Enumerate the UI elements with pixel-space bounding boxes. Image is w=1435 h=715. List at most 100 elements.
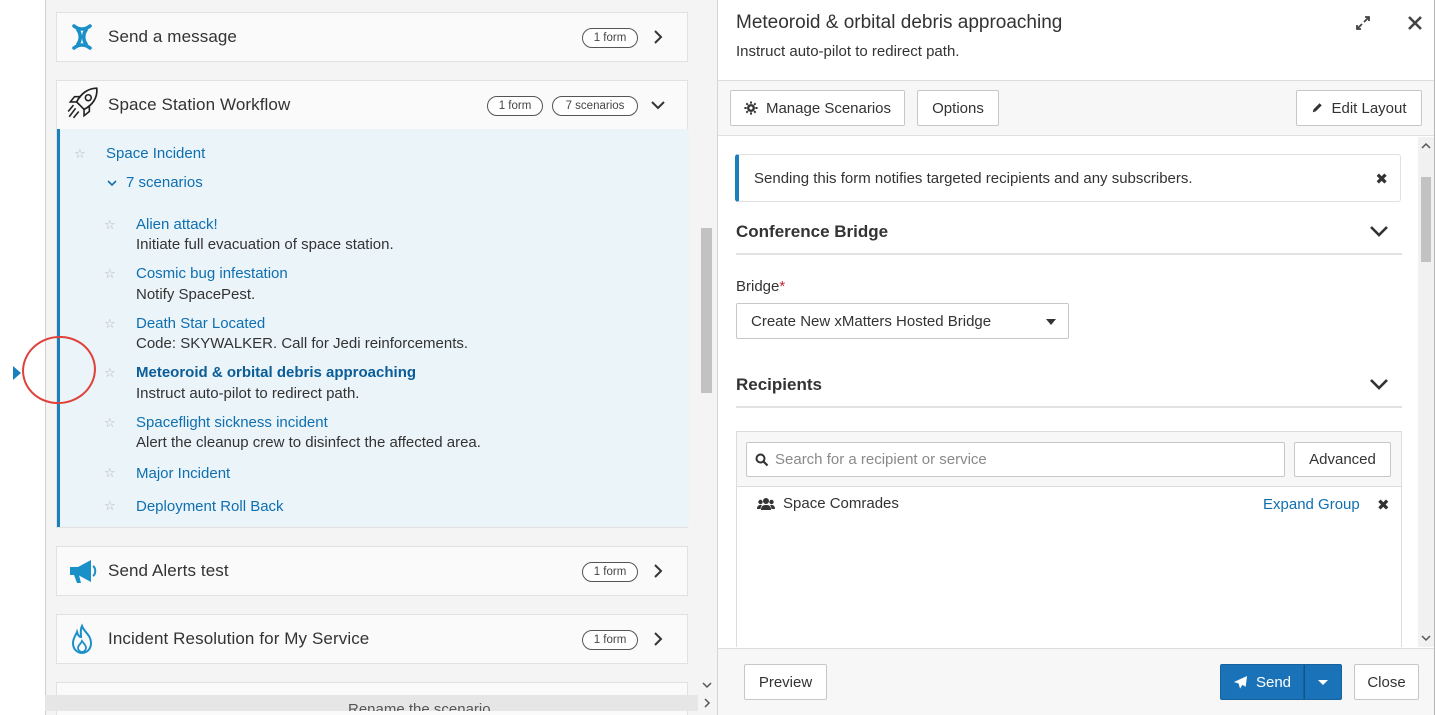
- workflow-header[interactable]: Incident Resolution for My Service 1 for…: [57, 615, 687, 663]
- expand-group-link[interactable]: Expand Group: [1263, 496, 1360, 513]
- section-divider: [736, 253, 1402, 255]
- recipient-search-input[interactable]: [746, 442, 1285, 477]
- info-notice: Sending this form notifies targeted reci…: [735, 154, 1401, 202]
- recipient-search-row: Advanced: [737, 432, 1401, 487]
- caret-down-icon: [1318, 680, 1328, 685]
- chevron-right-icon[interactable]: [648, 27, 668, 47]
- edit-layout-label: Edit Layout: [1331, 99, 1407, 117]
- scenario-link[interactable]: Death Star Located: [136, 315, 265, 332]
- send-button[interactable]: Send: [1220, 664, 1304, 700]
- bridge-select-value: Create New xMatters Hosted Bridge: [751, 313, 992, 330]
- chevron-down-icon[interactable]: [648, 95, 668, 115]
- right-vertical-scrollbar[interactable]: [1418, 137, 1434, 647]
- paper-plane-icon: [1233, 675, 1248, 689]
- dialog-content: Sending this form notifies targeted reci…: [718, 137, 1418, 647]
- scrollbar-thumb[interactable]: [701, 228, 712, 393]
- chevron-down-icon[interactable]: [1368, 223, 1390, 239]
- expand-icon[interactable]: [1354, 14, 1372, 32]
- favorite-star-icon[interactable]: ☆: [104, 316, 116, 332]
- scenario-link-selected[interactable]: Meteoroid & orbital debris approaching: [136, 364, 416, 381]
- section-divider: [736, 406, 1402, 408]
- dialog-title: Meteoroid & orbital debris approaching: [736, 12, 1063, 33]
- send-label: Send: [1255, 673, 1292, 691]
- scroll-down-arrow-icon[interactable]: [702, 680, 712, 690]
- form-link-space-incident[interactable]: Space Incident: [106, 145, 205, 162]
- scenario-description: Notify SpacePest.: [136, 286, 256, 303]
- close-button[interactable]: Close: [1354, 664, 1419, 700]
- scenario-link[interactable]: Major Incident: [136, 465, 230, 482]
- dialog-subtitle: Instruct auto-pilot to redirect path.: [736, 43, 960, 60]
- conference-bridge-heading[interactable]: Conference Bridge: [736, 222, 888, 242]
- horizontal-scrollbar[interactable]: Rename the scenario: [45, 695, 698, 711]
- advanced-button[interactable]: Advanced: [1294, 442, 1391, 477]
- form-count-badge: 1 form: [582, 28, 638, 48]
- manage-scenarios-label: Manage Scenarios: [765, 99, 892, 117]
- scenario-link[interactable]: Spaceflight sickness incident: [136, 414, 328, 431]
- dialog-toolbar: Manage Scenarios Options Edit Layout: [718, 81, 1434, 136]
- workflow-card-incident-resolution[interactable]: Incident Resolution for My Service 1 for…: [56, 614, 688, 664]
- workflow-title: Send a message: [108, 27, 237, 46]
- scenario-link[interactable]: Alien attack!: [136, 216, 218, 233]
- chevron-right-icon[interactable]: [648, 561, 668, 581]
- group-icon: [757, 498, 775, 510]
- xmatters-logo-icon: [72, 24, 92, 50]
- workflow-list-panel: Send a message 1 form Space Station Work…: [45, 0, 717, 715]
- scroll-up-arrow-icon[interactable]: [1421, 141, 1431, 151]
- dismiss-notice-icon[interactable]: ✖: [1375, 170, 1388, 188]
- recipient-row: Space Comrades Expand Group ✖: [737, 487, 1401, 523]
- manage-scenarios-button[interactable]: Manage Scenarios: [730, 90, 905, 126]
- partial-rename-text: Rename the scenario: [348, 702, 491, 711]
- caret-down-icon: [1046, 319, 1056, 325]
- left-vertical-scrollbar[interactable]: [698, 0, 715, 715]
- scenario-description: Alert the cleanup crew to disinfect the …: [136, 434, 481, 451]
- preview-button[interactable]: Preview: [744, 664, 827, 700]
- pencil-icon: [1313, 103, 1323, 113]
- notice-text: Sending this form notifies targeted reci…: [754, 170, 1193, 187]
- remove-recipient-icon[interactable]: ✖: [1377, 496, 1390, 514]
- scrollbar-thumb[interactable]: [1421, 177, 1431, 262]
- scenarios-toggle[interactable]: 7 scenarios: [126, 174, 203, 191]
- required-mark: *: [779, 278, 786, 295]
- favorite-star-icon[interactable]: ☆: [104, 365, 116, 381]
- dialog-footer: Preview Send Close: [718, 648, 1434, 715]
- bridge-field-label: Bridge*: [736, 278, 785, 295]
- megaphone-icon: [70, 560, 97, 583]
- form-count-badge: 1 form: [582, 562, 638, 582]
- recipients-heading[interactable]: Recipients: [736, 375, 822, 395]
- bridge-label-text: Bridge: [736, 278, 780, 295]
- selected-scenario-marker: [13, 366, 21, 380]
- bridge-select[interactable]: Create New xMatters Hosted Bridge: [736, 303, 1069, 339]
- edit-layout-button[interactable]: Edit Layout: [1296, 90, 1422, 126]
- workflow-card-send-alerts-test[interactable]: Send Alerts test 1 form: [56, 546, 688, 596]
- form-count-badge: 1 form: [487, 96, 543, 116]
- chevron-down-icon[interactable]: [106, 177, 118, 189]
- workflow-header[interactable]: Send Alerts test 1 form: [57, 547, 687, 595]
- favorite-star-icon[interactable]: ☆: [104, 415, 116, 431]
- workflow-title: Send Alerts test: [108, 561, 229, 580]
- favorite-star-icon[interactable]: ☆: [74, 146, 86, 162]
- workflow-card-send-a-message[interactable]: Send a message 1 form: [56, 12, 688, 62]
- send-options-dropdown[interactable]: [1304, 664, 1342, 700]
- recipient-name: Space Comrades: [783, 495, 899, 512]
- options-button[interactable]: Options: [917, 90, 999, 126]
- favorite-star-icon[interactable]: ☆: [104, 498, 116, 514]
- favorite-star-icon[interactable]: ☆: [104, 465, 116, 481]
- form-count-badge: 1 form: [582, 630, 638, 650]
- scroll-down-arrow-icon[interactable]: [1421, 633, 1431, 643]
- workflow-header[interactable]: Send a message 1 form: [57, 13, 687, 61]
- scenario-description: Instruct auto-pilot to redirect path.: [136, 385, 360, 402]
- scroll-right-arrow-icon[interactable]: [702, 698, 712, 708]
- scenario-link[interactable]: Deployment Roll Back: [136, 498, 284, 515]
- expanded-workflow-body: ☆ Space Incident 7 scenarios ☆ Alien att…: [57, 129, 689, 527]
- scenario-count-badge: 7 scenarios: [552, 96, 638, 116]
- favorite-star-icon[interactable]: ☆: [104, 266, 116, 282]
- close-icon[interactable]: [1406, 14, 1424, 32]
- flame-icon: [71, 623, 93, 655]
- chevron-down-icon[interactable]: [1368, 376, 1390, 392]
- workflow-header[interactable]: Space Station Workflow 1 form 7 scenario…: [57, 81, 687, 129]
- chevron-right-icon[interactable]: [648, 629, 668, 649]
- scenario-link[interactable]: Cosmic bug infestation: [136, 265, 288, 282]
- scenario-description: Code: SKYWALKER. Call for Jedi reinforce…: [136, 335, 469, 352]
- workflow-title: Incident Resolution for My Service: [108, 629, 370, 648]
- favorite-star-icon[interactable]: ☆: [104, 217, 116, 233]
